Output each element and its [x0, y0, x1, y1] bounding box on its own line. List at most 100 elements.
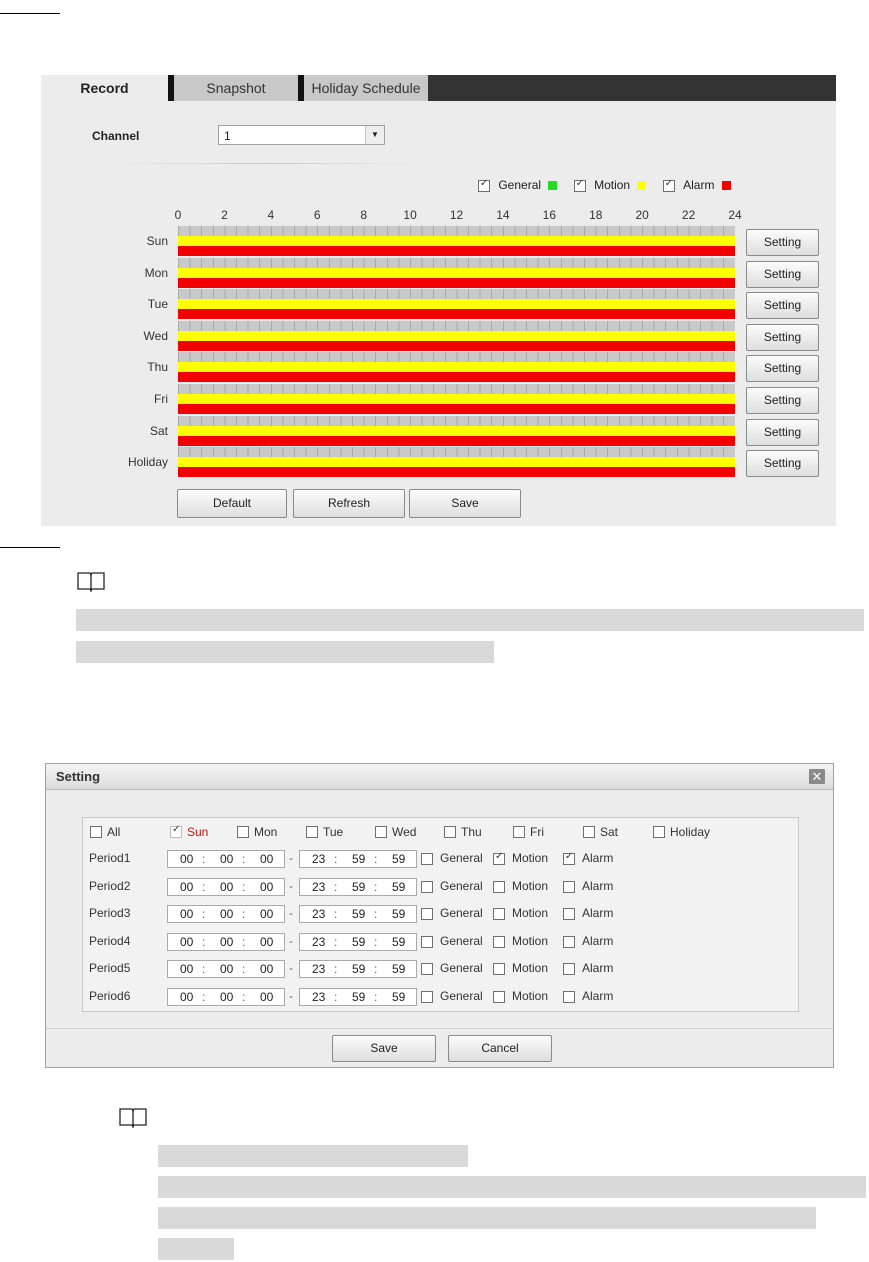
alarm-checkbox[interactable]: [563, 935, 575, 948]
end-time-second[interactable]: 59: [392, 879, 405, 895]
end-time-second[interactable]: 59: [392, 961, 405, 977]
refresh-button[interactable]: Refresh: [293, 489, 405, 518]
end-time-field[interactable]: 23 59 59::: [299, 850, 417, 868]
start-time-field[interactable]: 00 00 00::: [167, 850, 285, 868]
end-time-second[interactable]: 59: [392, 851, 405, 867]
end-time-field[interactable]: 23 59 59::: [299, 932, 417, 951]
close-icon[interactable]: ✕: [809, 769, 825, 784]
start-time-minute[interactable]: 00: [220, 934, 233, 950]
general-checkbox[interactable]: [478, 178, 490, 192]
save-button[interactable]: Save: [409, 489, 521, 518]
day-checkbox-mon[interactable]: [237, 826, 249, 838]
day-checkbox-holiday[interactable]: [653, 826, 665, 838]
start-time-hour[interactable]: 00: [180, 934, 193, 950]
start-time-field[interactable]: 00 00 00::: [167, 877, 285, 896]
start-time-second[interactable]: 00: [260, 851, 273, 867]
start-time-hour[interactable]: 00: [180, 989, 193, 1005]
start-time-minute[interactable]: 00: [220, 961, 233, 977]
end-time-minute[interactable]: 59: [352, 906, 365, 922]
general-checkbox[interactable]: [421, 935, 433, 948]
alarm-checkbox[interactable]: [662, 178, 675, 192]
tab-holiday-schedule[interactable]: Holiday Schedule: [298, 75, 428, 101]
setting-button-thu[interactable]: Setting: [746, 355, 819, 383]
end-time-field[interactable]: 23 59 59::: [299, 905, 417, 924]
start-time-field[interactable]: 00 00 00::: [167, 960, 285, 979]
end-time-hour[interactable]: 23: [312, 961, 325, 977]
schedule-track-tue[interactable]: [178, 289, 735, 320]
chevron-down-icon[interactable]: ▼: [365, 126, 384, 144]
start-time-minute[interactable]: 00: [220, 989, 233, 1005]
start-time-field[interactable]: 00 00 00::: [167, 932, 285, 951]
day-checkbox-sat[interactable]: [583, 826, 595, 838]
tab-record[interactable]: Record: [41, 75, 168, 101]
schedule-track-holiday[interactable]: [178, 447, 735, 478]
start-time-hour[interactable]: 00: [180, 906, 193, 922]
schedule-track-thu[interactable]: [178, 352, 735, 383]
motion-checkbox[interactable]: [493, 908, 505, 921]
general-checkbox[interactable]: [421, 908, 433, 921]
day-checkbox-wed[interactable]: [375, 826, 387, 838]
day-checkbox-thu[interactable]: [444, 826, 456, 838]
motion-checkbox[interactable]: [493, 991, 505, 1003]
day-checkbox-all[interactable]: [90, 826, 102, 838]
setting-button-wed[interactable]: Setting: [746, 323, 819, 351]
end-time-second[interactable]: 59: [392, 989, 405, 1005]
end-time-field[interactable]: 23 59 59::: [299, 960, 417, 979]
setting-button-holiday[interactable]: Setting: [746, 450, 819, 478]
general-checkbox[interactable]: [421, 880, 433, 893]
start-time-minute[interactable]: 00: [220, 906, 233, 922]
dialog-cancel-button[interactable]: Cancel: [448, 1035, 552, 1062]
start-time-second[interactable]: 00: [260, 934, 273, 950]
end-time-second[interactable]: 59: [392, 906, 405, 922]
general-checkbox[interactable]: [421, 963, 433, 976]
end-time-field[interactable]: 23 59 59::: [299, 988, 417, 1006]
end-time-minute[interactable]: 59: [352, 961, 365, 977]
start-time-second[interactable]: 00: [260, 879, 273, 895]
end-time-minute[interactable]: 59: [352, 851, 365, 867]
setting-button-tue[interactable]: Setting: [746, 292, 819, 320]
end-time-hour[interactable]: 23: [312, 851, 325, 867]
setting-button-sat[interactable]: Setting: [746, 418, 819, 446]
setting-button-mon[interactable]: Setting: [746, 260, 819, 288]
schedule-track-sat[interactable]: [178, 415, 735, 446]
motion-checkbox[interactable]: [493, 880, 505, 893]
dialog-save-button[interactable]: Save: [332, 1035, 436, 1062]
motion-checkbox[interactable]: [573, 178, 586, 192]
schedule-track-fri[interactable]: [178, 384, 735, 414]
alarm-checkbox[interactable]: [563, 991, 575, 1003]
start-time-minute[interactable]: 00: [220, 851, 233, 867]
end-time-hour[interactable]: 23: [312, 934, 325, 950]
general-checkbox[interactable]: [421, 991, 433, 1003]
alarm-checkbox[interactable]: [563, 963, 575, 976]
alarm-checkbox[interactable]: [563, 908, 575, 921]
schedule-track-mon[interactable]: [178, 257, 735, 288]
alarm-checkbox[interactable]: [563, 851, 575, 865]
start-time-second[interactable]: 00: [260, 906, 273, 922]
start-time-second[interactable]: 00: [260, 961, 273, 977]
motion-checkbox[interactable]: [493, 851, 505, 865]
motion-checkbox[interactable]: [493, 963, 505, 976]
default-button[interactable]: Default: [177, 489, 287, 518]
day-checkbox-tue[interactable]: [306, 826, 318, 838]
end-time-minute[interactable]: 59: [352, 989, 365, 1005]
start-time-field[interactable]: 00 00 00::: [167, 988, 285, 1006]
end-time-minute[interactable]: 59: [352, 879, 365, 895]
start-time-second[interactable]: 00: [260, 989, 273, 1005]
alarm-checkbox[interactable]: [563, 880, 575, 893]
end-time-hour[interactable]: 23: [312, 989, 325, 1005]
schedule-track-sun[interactable]: [178, 226, 735, 256]
channel-select[interactable]: 1 ▼: [218, 125, 385, 145]
end-time-hour[interactable]: 23: [312, 906, 325, 922]
start-time-hour[interactable]: 00: [180, 961, 193, 977]
start-time-hour[interactable]: 00: [180, 879, 193, 895]
start-time-hour[interactable]: 00: [180, 851, 193, 867]
end-time-minute[interactable]: 59: [352, 934, 365, 950]
tab-snapshot[interactable]: Snapshot: [168, 75, 298, 101]
end-time-hour[interactable]: 23: [312, 879, 325, 895]
schedule-track-wed[interactable]: [178, 320, 735, 351]
setting-button-fri[interactable]: Setting: [746, 387, 819, 414]
end-time-field[interactable]: 23 59 59::: [299, 877, 417, 896]
start-time-field[interactable]: 00 00 00::: [167, 905, 285, 924]
day-checkbox-sun[interactable]: [170, 824, 182, 838]
end-time-second[interactable]: 59: [392, 934, 405, 950]
